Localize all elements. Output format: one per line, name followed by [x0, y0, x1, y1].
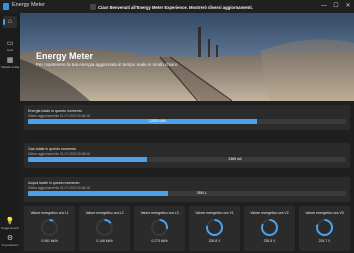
card-updated: Ultimo aggiornamento 01-07-2023 09:48:16 — [28, 152, 90, 156]
gauge-tile: Valore energetico ora L3 0.273 kWh — [134, 206, 185, 251]
card-title: Gas totale in questo momento — [28, 147, 76, 151]
hero-banner: Energy Meter Per mantenere la tua energi… — [20, 13, 354, 101]
gauge-title: Valore energetico ora L3 — [140, 211, 179, 215]
maximize-button[interactable]: ☐ — [331, 1, 341, 11]
notification-icon — [90, 4, 96, 10]
gauge-title: Valore energetico ora V2 — [250, 211, 289, 215]
gas-total-card: Gas totale in questo momento Ultimo aggi… — [24, 143, 350, 168]
card-updated: Ultimo aggiornamento 01-07-2023 09:48:16 — [28, 186, 90, 190]
sidebar-item-impostazioni[interactable]: ⚙ Impostazioni — [0, 235, 20, 247]
gauge-title: Valore energetico ora V1 — [195, 211, 234, 215]
gauge-track — [41, 219, 58, 236]
hero-subtitle: Per mantenere la tua energia aggiornata … — [36, 62, 178, 67]
progress-value: 2365 m3 — [228, 157, 242, 161]
gauge-value: 235.5 V — [263, 239, 276, 243]
sidebar-item-tabella[interactable]: ▦ Tabella di dati — [0, 57, 20, 69]
gauge-value: 0.146 kWh — [96, 239, 113, 243]
gauge-tile: Valore energetico ora L2 0.146 kWh — [79, 206, 130, 251]
gauge-ring — [206, 219, 223, 236]
gas-progress-bar: 2365 m3 — [28, 157, 346, 162]
sidebar-item-label: Impostazioni — [1, 243, 19, 247]
gauge-tile: Valore energetico ora L1 0.061 kWh — [24, 206, 75, 251]
app-logo-icon — [3, 3, 9, 10]
gauge-ring — [96, 219, 113, 236]
energy-total-card: Energia totale in questo momento Ultimo … — [24, 105, 350, 130]
gauge-value: 234.7 V — [318, 239, 331, 243]
sidebar: ⌂ ▭ Casi ▦ Tabella di dati 💡 Suggeriment… — [0, 13, 20, 253]
sidebar-item-label: Suggerimenti — [1, 226, 19, 230]
gauge-value: 0.061 kWh — [41, 239, 58, 243]
notification-text: Ciao! Benvenuti all'Energy Meter Experie… — [98, 4, 253, 10]
home-icon: ⌂ — [7, 18, 13, 25]
gauge-ring — [316, 219, 333, 236]
energy-progress-bar: 12825 kWh — [28, 119, 346, 124]
gauge-value: 0.273 kWh — [151, 239, 168, 243]
water-progress-bar: 7850 L — [28, 191, 346, 196]
progress-value: 7850 L — [196, 191, 207, 195]
card-updated: Ultimo aggiornamento 01-07-2023 09:48:16 — [28, 114, 90, 118]
gauge-tile: Valore energetico ora V1 226.8 V — [189, 206, 240, 251]
gauge-ring — [41, 219, 58, 236]
progress-value: 12825 kWh — [148, 119, 166, 123]
minimize-button[interactable]: — — [319, 1, 329, 11]
title-bar: Energy Meter Ciao! Benvenuti all'Energy … — [0, 0, 354, 13]
gauge-ring — [151, 219, 168, 236]
progress-fill — [28, 191, 168, 196]
sidebar-item-home[interactable]: ⌂ — [0, 15, 20, 29]
gauge-ring — [261, 219, 278, 236]
card-title: Energia totale in questo momento — [28, 109, 82, 113]
close-button[interactable]: ✕ — [343, 1, 353, 11]
water-total-card: Acqua totale in questo momento Ultimo ag… — [24, 177, 350, 202]
sidebar-item-label: Casi — [6, 48, 13, 52]
table-icon: ▦ — [6, 57, 14, 64]
sidebar-item-suggerimenti[interactable]: 💡 Suggerimenti — [0, 218, 20, 230]
gauge-tile: Valore energetico ora V2 235.5 V — [244, 206, 295, 251]
cases-icon: ▭ — [6, 40, 14, 47]
hero-title: Energy Meter — [36, 51, 94, 61]
progress-fill — [28, 119, 257, 124]
lightbulb-icon: 💡 — [5, 218, 15, 225]
sidebar-item-label: Tabella di dati — [0, 65, 20, 69]
main-content: Energy Meter Per mantenere la tua energi… — [20, 13, 354, 253]
gauge-value: 226.8 V — [208, 239, 221, 243]
sidebar-item-casi[interactable]: ▭ Casi — [0, 40, 20, 52]
gauge-title: Valore energetico ora V3 — [305, 211, 344, 215]
gauge-title: Valore energetico ora L1 — [30, 211, 69, 215]
progress-fill — [28, 157, 148, 162]
card-title: Acqua totale in questo momento — [28, 181, 80, 185]
window-title: Energy Meter — [12, 2, 46, 8]
notification-banner[interactable]: Ciao! Benvenuti all'Energy Meter Experie… — [90, 3, 253, 11]
gauge-title: Valore energetico ora L2 — [85, 211, 124, 215]
gear-icon: ⚙ — [6, 235, 14, 242]
gauge-tile: Valore energetico ora V3 234.7 V — [299, 206, 350, 251]
